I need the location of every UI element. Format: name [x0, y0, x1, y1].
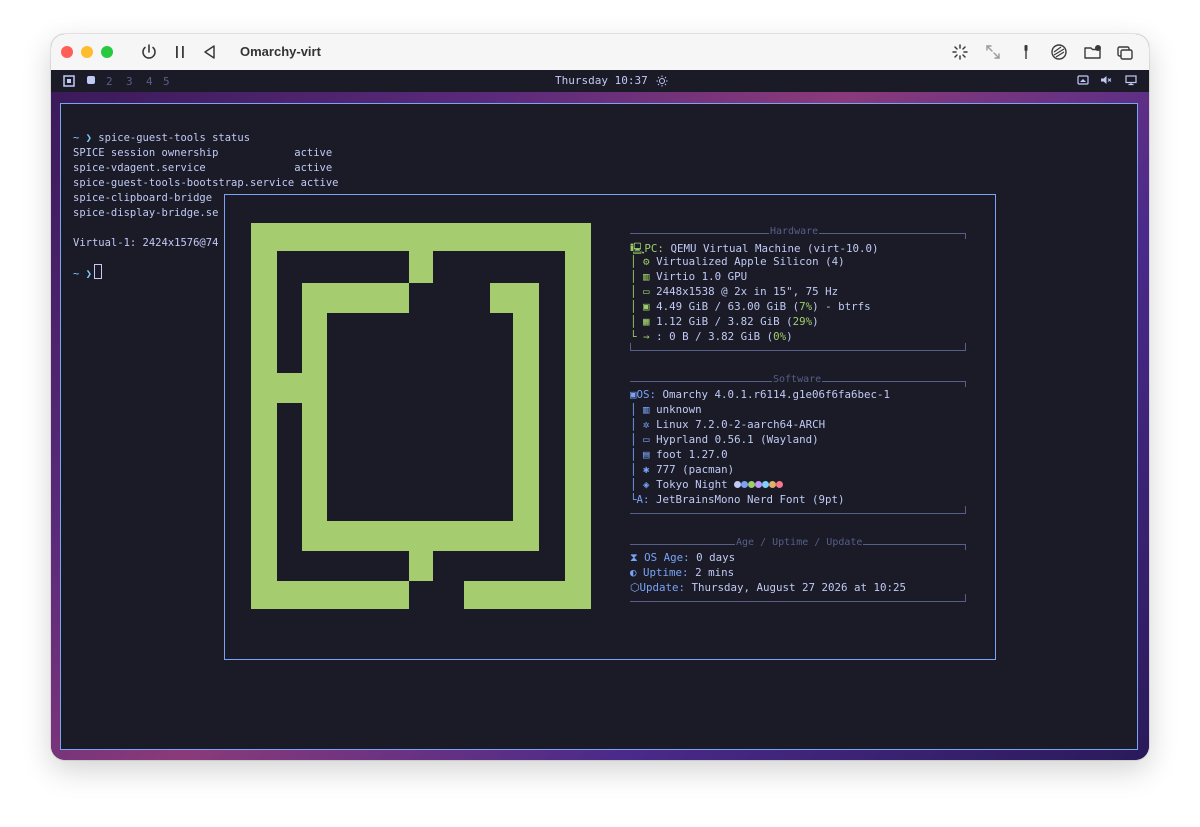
- age-row-update: ⬡Update: Thursday, August 27 2026 at 10:…: [630, 581, 906, 594]
- shared-folder-icon[interactable]: [1049, 42, 1069, 62]
- palette-swatch: [741, 481, 749, 488]
- terminal-command-line: ~ ❯ spice-guest-tools status: [73, 132, 250, 144]
- fastfetch-panel: Hardware 🖳PC: QEMU Virtual Machine (virt…: [224, 194, 996, 660]
- border-tick: [965, 544, 966, 550]
- software-border-bottom: [630, 513, 966, 514]
- terminal-prompt-line[interactable]: ~ ❯: [73, 264, 102, 280]
- swap-icon: →: [643, 330, 650, 343]
- workspace-4[interactable]: 4: [146, 75, 153, 88]
- terminal-output-line: spice-vdagent.service active: [73, 162, 333, 174]
- omarchy-logo-icon[interactable]: [63, 75, 75, 87]
- sw-row-font: └A: JetBrainsMono Nerd Font (9pt): [630, 493, 845, 506]
- palette-swatch: [755, 481, 763, 488]
- zoom-button[interactable]: [101, 46, 113, 58]
- power-icon[interactable]: [139, 42, 159, 62]
- sw-row-terminal: │ ▤ foot 1.27.0: [630, 448, 728, 461]
- hourglass-icon: ⧗: [630, 551, 638, 564]
- sw-row-de: │ ▥ unknown: [630, 403, 702, 416]
- workspace-3[interactable]: 3: [126, 75, 133, 88]
- vm-titlebar: Omarchy-virt: [51, 34, 1149, 71]
- workspace-2[interactable]: 2: [106, 75, 113, 88]
- display-icon[interactable]: [1125, 74, 1137, 86]
- color-palette-swatches: [734, 478, 784, 491]
- software-section-title: Software: [772, 374, 823, 385]
- age-border-bottom: [630, 601, 966, 602]
- packages-icon: ✱: [643, 463, 650, 476]
- palette-swatch: [762, 481, 770, 488]
- window-manager-icon: ▭: [643, 433, 650, 446]
- hw-row-memory: │ ▦ 1.12 GiB / 3.82 GiB (29%): [630, 315, 819, 328]
- kernel-gear-icon: ✲: [643, 418, 650, 431]
- border-tick: [965, 594, 966, 601]
- cpu-icon: ⚙: [643, 255, 650, 268]
- vm-window: Omarchy-virt 2 3 4 5 Thursday 10:37 ~ ❯ …: [51, 34, 1149, 760]
- sw-row-packages: │ ✱ 777 (pacman): [630, 463, 735, 476]
- hw-row-display: │ ▭ 2448x1538 @ 2x in 15", 75 Hz: [630, 285, 839, 298]
- prompt: ~ ❯: [73, 268, 92, 280]
- close-button[interactable]: [61, 46, 73, 58]
- workspace-active[interactable]: [87, 76, 95, 84]
- hardware-section-title: Hardware: [769, 226, 820, 237]
- sw-row-theme: │ ◈ Tokyo Night: [630, 478, 784, 491]
- hw-row-cpu: │ ⚙ Virtualized Apple Silicon (4): [630, 255, 845, 268]
- windows-icon[interactable]: [1115, 42, 1135, 62]
- hw-row-gpu: │ ▥ Virtio 1.0 GPU: [630, 270, 748, 283]
- border-tick: [965, 233, 966, 239]
- resize-icon[interactable]: [983, 42, 1003, 62]
- age-section-title: Age / Uptime / Update: [735, 537, 864, 548]
- folder-settings-icon[interactable]: [1083, 42, 1103, 62]
- sw-row-kernel: │ ✲ Linux 7.2.0-2-aarch64-ARCH: [630, 418, 826, 431]
- palette-icon: ◈: [643, 478, 650, 491]
- terminal-output-line: SPICE session ownership active: [73, 147, 333, 159]
- laptop-icon: 🖳: [630, 242, 645, 255]
- command-text: spice-guest-tools status: [98, 132, 251, 144]
- uptime-icon: ◐: [630, 566, 637, 579]
- terminal-icon: ▤: [643, 448, 650, 461]
- sw-row-os: ▣OS: Omarchy 4.0.1.r6114.g1e06f6fa6bec-1: [630, 388, 891, 401]
- palette-swatch: [776, 481, 784, 488]
- palette-swatch: [769, 481, 777, 488]
- palette-swatch: [734, 481, 742, 488]
- omarchy-ascii-logo: [251, 223, 591, 609]
- age-row-uptime: ◐ Uptime: 2 mins: [630, 566, 735, 579]
- terminal-window[interactable]: ~ ❯ spice-guest-tools status SPICE sessi…: [60, 103, 1138, 750]
- terminal-output-line: spice-guest-tools-bootstrap.service acti…: [73, 177, 339, 189]
- minimize-button[interactable]: [81, 46, 93, 58]
- hw-row-disk: │ ▣ 4.49 GiB / 63.00 GiB (7%) - btrfs: [630, 300, 871, 313]
- activity-spinner-icon[interactable]: [950, 42, 970, 62]
- disk-icon: ▣: [643, 300, 650, 313]
- network-icon[interactable]: [1077, 74, 1089, 86]
- desktop-icon: ▥: [643, 403, 650, 416]
- guest-topbar: 2 3 4 5 Thursday 10:37: [51, 70, 1149, 92]
- hardware-border-bottom: [630, 350, 966, 351]
- palette-swatch: [748, 481, 756, 488]
- pause-icon[interactable]: [170, 42, 190, 62]
- prompt: ~ ❯: [73, 132, 92, 144]
- back-icon[interactable]: [200, 42, 220, 62]
- sw-row-wm: │ ▭ Hyprland 0.56.1 (Wayland): [630, 433, 819, 446]
- terminal-output-line: spice-display-bridge.se: [73, 207, 219, 219]
- monitor-icon: ▭: [643, 285, 650, 298]
- workspace-5[interactable]: 5: [163, 75, 170, 88]
- border-tick: [630, 343, 631, 350]
- terminal-output-line: Virtual-1: 2424x1576@74: [73, 237, 219, 249]
- usb-icon[interactable]: [1016, 42, 1036, 62]
- age-row-os-age: ⧗ OS Age: 0 days: [630, 551, 736, 564]
- hw-row-swap: └ → : 0 B / 3.82 GiB (0%): [630, 330, 793, 343]
- border-tick: [965, 343, 966, 350]
- border-tick: [965, 381, 966, 387]
- window-title: Omarchy-virt: [240, 44, 321, 59]
- desktop-wallpaper: ~ ❯ spice-guest-tools status SPICE sessi…: [51, 92, 1149, 760]
- gpu-icon: ▥: [643, 270, 650, 283]
- clock[interactable]: Thursday 10:37: [555, 74, 648, 87]
- memory-icon: ▦: [643, 315, 650, 328]
- border-tick: [965, 506, 966, 513]
- terminal-output-line: spice-clipboard-bridge: [73, 192, 213, 204]
- sun-icon[interactable]: [656, 75, 668, 87]
- text-cursor: [93, 264, 102, 279]
- volume-muted-icon[interactable]: [1100, 74, 1112, 86]
